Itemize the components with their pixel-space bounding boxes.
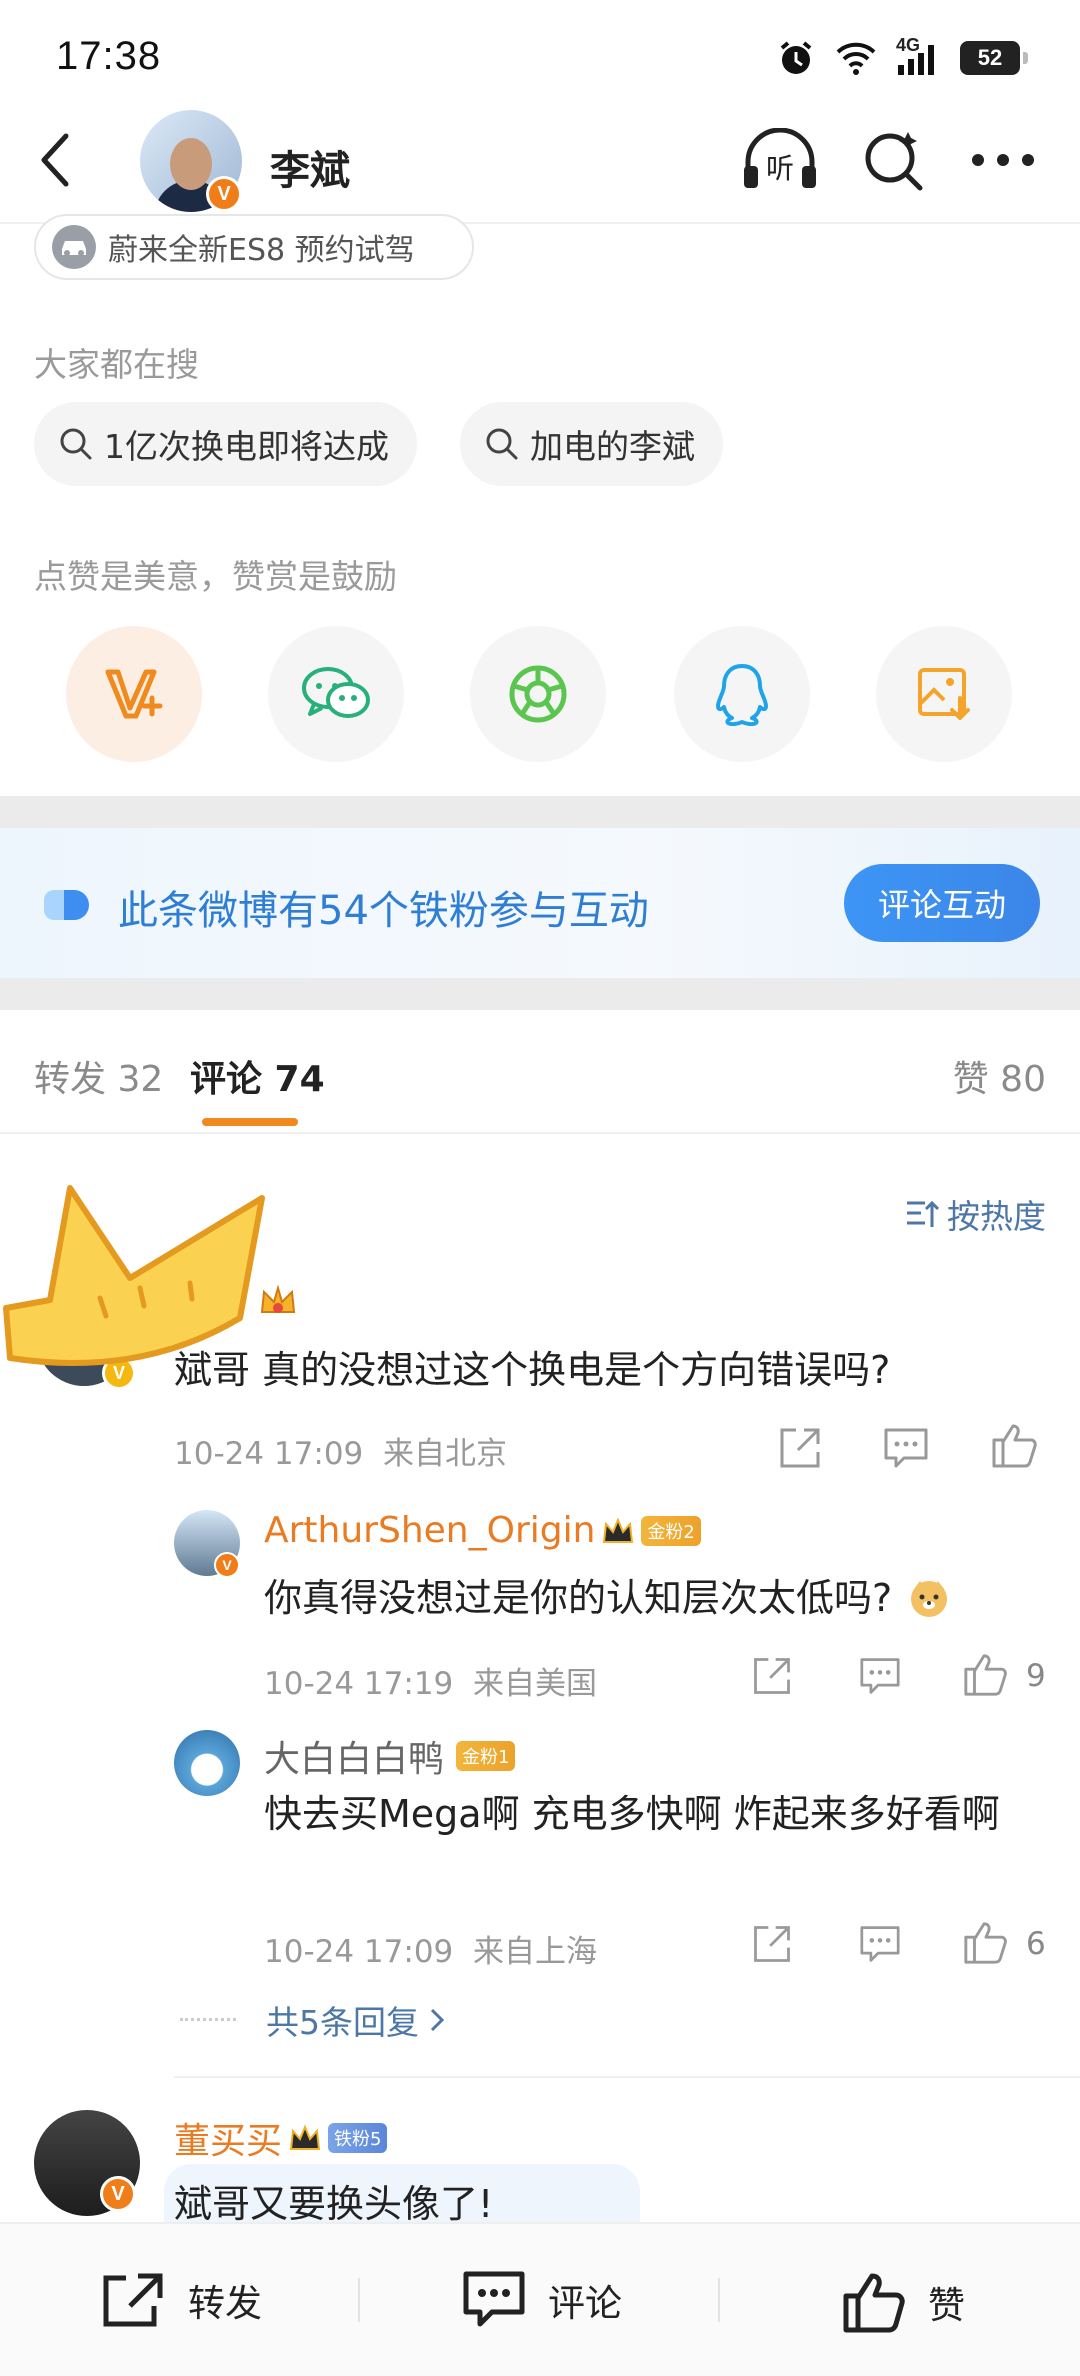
qq-icon: [716, 664, 768, 726]
reply-user-row: 大白白白鸭 金粉1: [264, 1730, 516, 1782]
comment-icon[interactable]: [858, 1924, 902, 1964]
trending-chip-2[interactable]: 加电的李斌: [460, 402, 723, 486]
wechat-icon: [302, 667, 370, 718]
signal-icon: 4G: [896, 35, 942, 77]
reply-meta: 10-24 17:19 来自美国: [264, 1666, 597, 1702]
share-moments-button[interactable]: [470, 626, 606, 762]
share-wechat-button[interactable]: [268, 626, 404, 762]
reward-label: 点赞是美意，赞赏是鼓励: [34, 557, 397, 596]
doge-emoji-icon: [911, 1581, 948, 1617]
reply-username[interactable]: ArthurShen_Origin: [264, 1510, 595, 1551]
verified-badge-icon: V: [100, 2176, 136, 2212]
bottom-comment-button[interactable]: 评论: [462, 2270, 622, 2330]
fan-badge: 金粉2: [641, 1515, 701, 1546]
sort-label: 按热度: [947, 1197, 1046, 1236]
section-separator: [0, 978, 1080, 1010]
verified-badge-icon: V: [214, 1552, 240, 1578]
comment-text: 斌哥 真的没想过这个换电是个方向错误吗?: [174, 1348, 891, 1392]
comment-text: 斌哥又要换头像了!: [174, 2182, 494, 2222]
trending-chip-label: 1亿次换电即将达成: [104, 427, 389, 466]
status-icons: 4G 52: [776, 35, 1028, 78]
like-icon: [843, 2273, 905, 2333]
ad-text: 蔚来全新ES8 预约试驾: [108, 233, 415, 268]
save-image-button[interactable]: [876, 626, 1012, 762]
page-title[interactable]: 李斌: [270, 138, 350, 196]
comment-divider: [174, 2076, 1080, 2078]
crown-badge-icon: [289, 2124, 321, 2150]
crown-badge-icon: [260, 1284, 296, 1313]
moments-icon: [509, 665, 567, 723]
like-count: 6: [1026, 1926, 1046, 1962]
save-image-icon: [918, 668, 970, 720]
reply-text-content: 你真得没想过是你的认知层次太低吗?: [264, 1576, 893, 1620]
like-icon[interactable]: [962, 1650, 1010, 1698]
sort-button[interactable]: 按热度: [905, 1190, 1046, 1238]
reply-user-row: ArthurShen_Origin 金粉2: [264, 1510, 701, 1551]
v-plus-icon: [105, 669, 163, 719]
bottom-comment-label: 评论: [548, 2282, 622, 2325]
search-icon[interactable]: [862, 128, 926, 192]
repost-icon[interactable]: [776, 1424, 824, 1472]
svg-text:听: 听: [766, 152, 794, 185]
search-icon: [486, 428, 518, 460]
like-count: 9: [1026, 1658, 1046, 1694]
more-icon[interactable]: [970, 150, 1036, 170]
tabs-divider: [0, 1132, 1080, 1134]
car-icon: [52, 225, 96, 269]
bottom-separator: [718, 2278, 720, 2322]
fan-badge: 金粉1: [456, 1741, 516, 1771]
comment-meta: 10-24 17:09 来自北京: [174, 1436, 507, 1472]
sort-icon: [907, 1200, 939, 1227]
trending-chip-label: 加电的李斌: [530, 427, 695, 466]
listen-icon[interactable]: 听: [740, 128, 820, 192]
tab-active-indicator: [202, 1118, 298, 1126]
repost-icon[interactable]: [750, 1922, 794, 1966]
trending-chip-1[interactable]: 1亿次换电即将达成: [34, 402, 417, 486]
more-replies-link[interactable]: 共5条回复: [266, 1996, 445, 2044]
reply-username[interactable]: 大白白白鸭: [264, 1730, 444, 1782]
fans-icon: [44, 890, 89, 920]
comment-icon[interactable]: [858, 1656, 902, 1696]
reply-text: 快去买Mega啊 充电多快啊 炸起来多好看啊: [264, 1792, 1000, 1836]
repost-icon[interactable]: [750, 1654, 794, 1698]
like-icon[interactable]: [990, 1420, 1040, 1470]
share-qq-button[interactable]: [674, 626, 810, 762]
fan-badge: 铁粉5: [328, 2123, 388, 2153]
reply-meta: 10-24 17:09 来自上海: [264, 1934, 597, 1970]
ad-banner[interactable]: 蔚来全新ES8 预约试驾: [34, 214, 474, 280]
bottom-repost-label: 转发: [188, 2282, 262, 2325]
dotted-line: [180, 2018, 236, 2021]
reply-text: 你真得没想过是你的认知层次太低吗?: [264, 1570, 950, 1626]
bottom-separator: [358, 2278, 360, 2322]
alarm-icon: [780, 41, 812, 74]
like-icon[interactable]: [962, 1918, 1010, 1966]
wifi-icon: [836, 42, 876, 75]
verified-badge-icon: V: [206, 176, 242, 212]
comment-username[interactable]: 董买买: [174, 2112, 282, 2164]
section-separator: [0, 796, 1080, 828]
back-icon[interactable]: [36, 130, 76, 190]
repost-icon: [103, 2273, 163, 2327]
tab-like[interactable]: 赞 80: [953, 1050, 1046, 1102]
crown-badge-icon: [603, 1516, 634, 1543]
trending-label: 大家都在搜: [34, 345, 199, 384]
comment-user-row: 董买买 铁粉5: [174, 2112, 388, 2164]
comment-icon[interactable]: [882, 1426, 930, 1470]
reply-avatar[interactable]: [174, 1730, 240, 1796]
bottom-like-label: 赞: [928, 2284, 965, 2327]
reward-button[interactable]: [66, 626, 202, 762]
search-icon: [60, 428, 92, 460]
battery-icon: 52: [960, 41, 1028, 75]
more-replies-label: 共5条回复: [266, 2003, 419, 2042]
comment-interact-button[interactable]: 评论互动: [844, 864, 1040, 942]
bottom-like-button[interactable]: 赞: [842, 2270, 965, 2334]
tab-comment[interactable]: 评论 74: [190, 1050, 325, 1102]
fans-text: 此条微博有54个铁粉参与互动: [118, 888, 649, 934]
status-time: 17:38: [56, 34, 162, 78]
comment-icon: [463, 2271, 525, 2327]
bottom-repost-button[interactable]: 转发: [100, 2270, 262, 2330]
chevron-right-icon: [430, 2008, 445, 2032]
tab-repost[interactable]: 转发 32: [34, 1050, 163, 1102]
